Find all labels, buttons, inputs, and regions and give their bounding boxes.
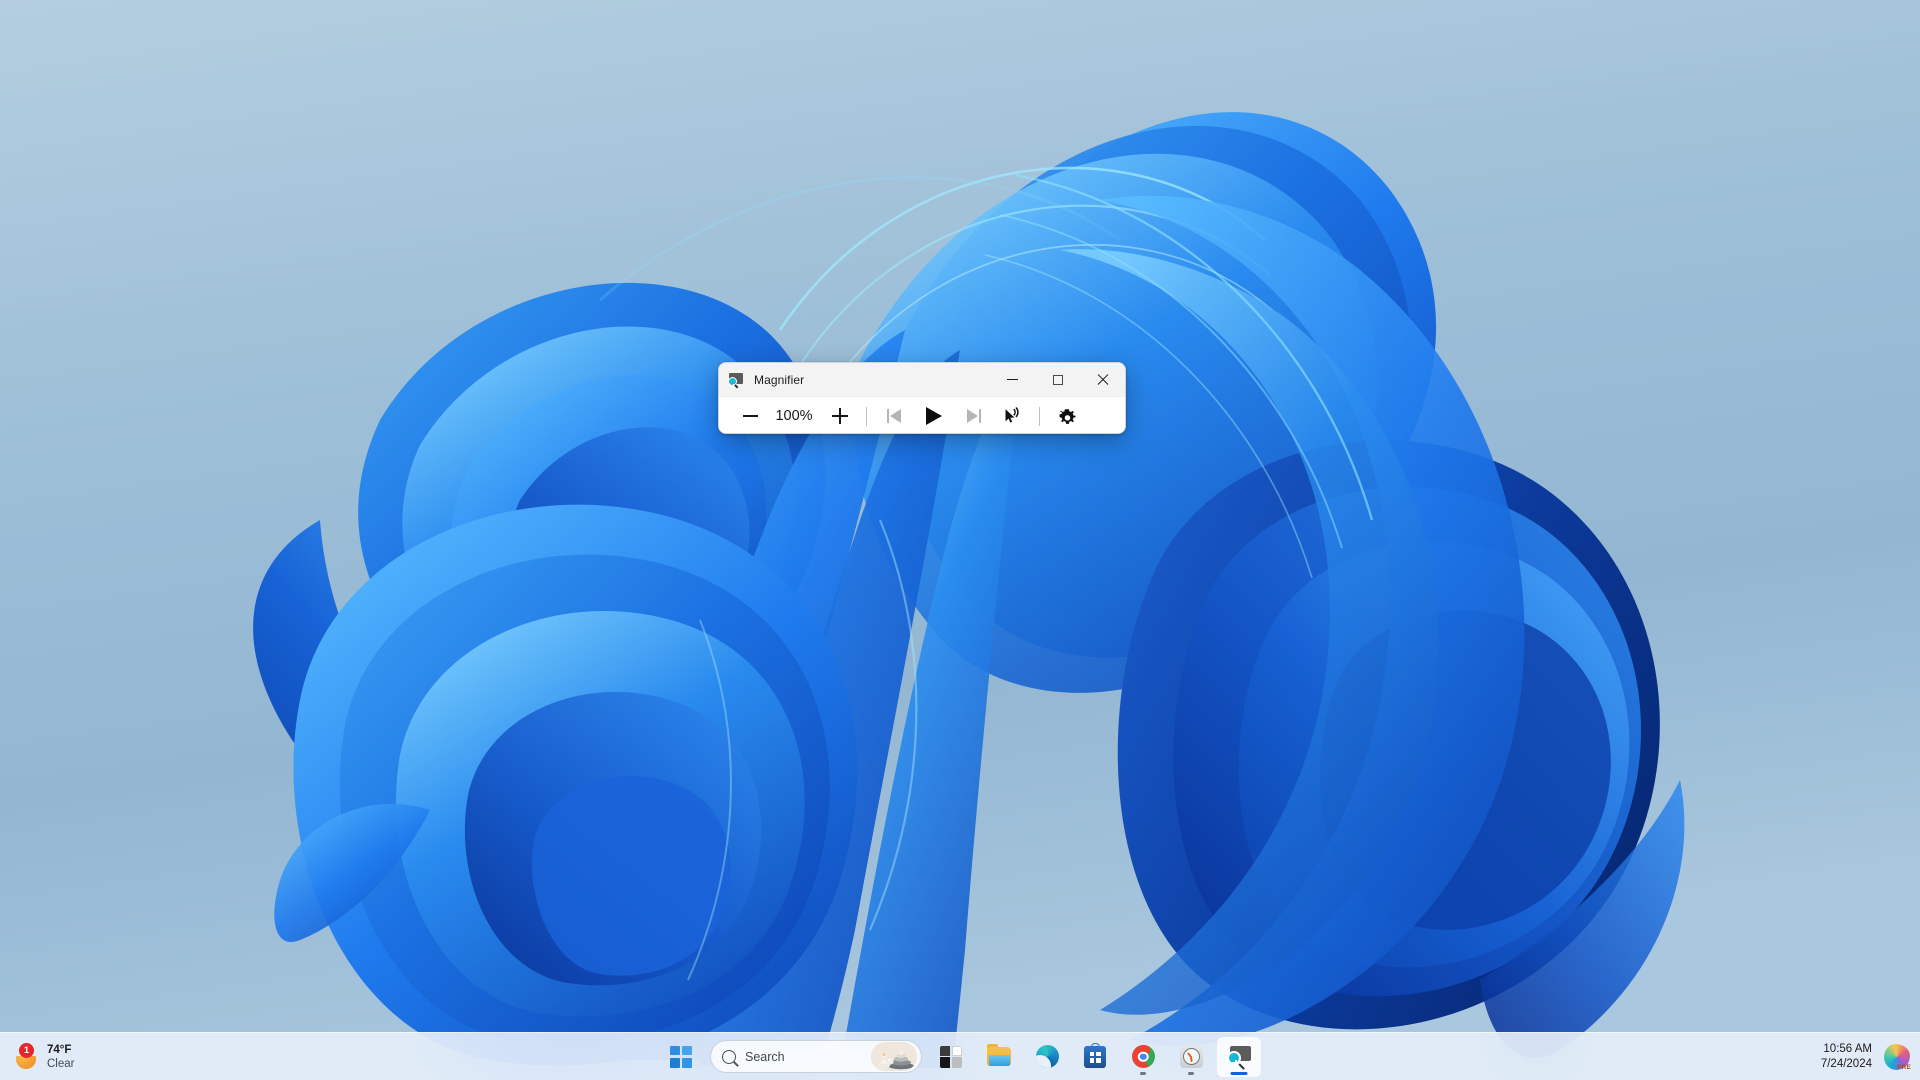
search-icon <box>722 1049 736 1064</box>
magnifier-icon <box>728 372 744 389</box>
taskbar-item-google-chrome[interactable] <box>1121 1037 1165 1077</box>
magnifier-window[interactable]: Magnifier 100% <box>718 362 1126 434</box>
taskbar-center-cluster: Search <box>659 1033 1261 1080</box>
clock-and-date[interactable]: 10:56 AM 7/24/2024 <box>1813 1038 1880 1075</box>
window-title: Magnifier <box>754 372 805 387</box>
system-tray: 10:56 AM 7/24/2024 PRE <box>1813 1033 1914 1080</box>
toolbar-divider-1 <box>866 406 867 426</box>
magnifier-toolbar: 100% <box>719 397 1125 433</box>
previous-sentence-icon <box>886 409 902 424</box>
chrome-icon <box>1131 1045 1155 1068</box>
search-input[interactable]: Search <box>710 1040 922 1073</box>
running-indicator <box>1140 1071 1146 1075</box>
taskbar-item-clock[interactable] <box>1169 1037 1213 1077</box>
play-button[interactable] <box>914 401 954 431</box>
maximize-icon <box>1052 374 1063 385</box>
active-window-indicator <box>1230 1071 1248 1075</box>
zoom-out-icon <box>742 415 758 417</box>
desktop-wallpaper <box>0 0 1920 1080</box>
windows-logo-icon <box>670 1045 692 1068</box>
close-icon <box>1097 374 1109 386</box>
clock-time: 10:56 AM <box>1823 1043 1872 1056</box>
taskbar-item-magnifier[interactable] <box>1217 1036 1261 1077</box>
window-title-bar[interactable]: Magnifier <box>719 363 1125 397</box>
next-sentence-icon <box>966 409 982 424</box>
start-button[interactable] <box>659 1037 703 1077</box>
taskbar-item-file-explorer[interactable] <box>977 1037 1021 1077</box>
running-indicator <box>1188 1071 1194 1075</box>
search-placeholder: Search <box>745 1049 785 1064</box>
read-from-here-icon <box>1005 407 1019 423</box>
copilot-preview-badge: PRE <box>1897 1063 1911 1071</box>
magnifier-icon <box>1227 1046 1251 1067</box>
weather-temperature: 74°F <box>47 1043 72 1056</box>
taskbar-item-widgets[interactable] <box>929 1037 973 1077</box>
store-icon <box>1084 1043 1106 1068</box>
maximize-button[interactable] <box>1035 363 1080 396</box>
widgets-icon <box>940 1045 962 1068</box>
edge-icon <box>1035 1045 1059 1068</box>
taskbar: 1 74°F Clear Search 10:56 AM 7/24/2024 P… <box>0 1032 1920 1080</box>
previous-sentence-button[interactable] <box>876 401 912 431</box>
play-icon <box>926 407 942 425</box>
toolbar-divider-2 <box>1039 406 1040 426</box>
close-button[interactable] <box>1080 363 1125 396</box>
zoom-level-value: 100% <box>775 408 813 424</box>
weather-condition: Clear <box>47 1058 75 1070</box>
zen-stones-thumbnail <box>871 1042 917 1071</box>
read-from-here-button[interactable] <box>992 401 1030 431</box>
minimize-icon <box>1007 379 1018 380</box>
taskbar-item-microsoft-edge[interactable] <box>1025 1037 1069 1077</box>
settings-gear-icon <box>1059 408 1075 424</box>
minimize-button[interactable] <box>990 363 1035 396</box>
zoom-in-icon <box>832 408 848 424</box>
next-sentence-button[interactable] <box>956 401 992 431</box>
taskbar-item-microsoft-store[interactable] <box>1073 1037 1117 1077</box>
desktop[interactable]: Magnifier 100% 1 74°F Clear Search 10:56… <box>0 0 1920 1080</box>
copilot-icon[interactable]: PRE <box>1884 1044 1911 1071</box>
clock-date: 7/24/2024 <box>1820 1058 1872 1070</box>
zoom-in-button[interactable] <box>823 401 857 431</box>
weather-notification-badge: 1 <box>19 1043 34 1058</box>
window-caption-buttons <box>990 363 1125 396</box>
zoom-out-button[interactable] <box>733 401 767 431</box>
folder-icon <box>987 1044 1011 1067</box>
moon-icon: 1 <box>14 1043 40 1070</box>
settings-button[interactable] <box>1049 401 1085 431</box>
alarm-clock-icon <box>1179 1045 1203 1068</box>
taskbar-weather-widget[interactable]: 1 74°F Clear <box>8 1036 84 1078</box>
